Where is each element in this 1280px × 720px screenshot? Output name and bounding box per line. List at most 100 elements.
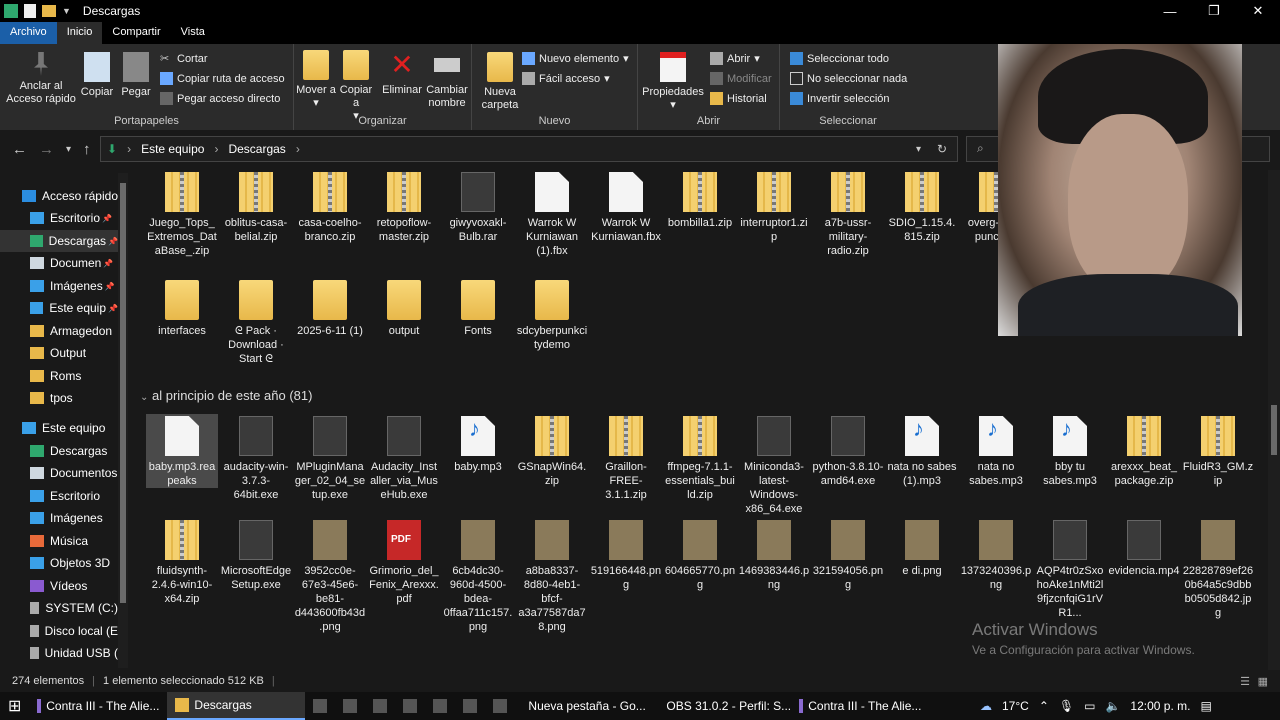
file-item[interactable]: a7b-ussr-military-radio.zip: [812, 170, 884, 258]
history-button[interactable]: Historial: [710, 92, 767, 105]
properties-button[interactable]: Propiedades ▾: [640, 52, 706, 112]
tab-compartir[interactable]: Compartir: [102, 22, 170, 44]
file-item[interactable]: bby tu sabes.mp3: [1034, 414, 1106, 488]
sidebar-item[interactable]: Descargas 📌: [0, 230, 118, 252]
file-item[interactable]: Grimorio_del_Fenix_Arexxx.pdf: [368, 518, 440, 606]
file-item[interactable]: baby.mp3.reapeaks: [146, 414, 218, 488]
file-item[interactable]: nata no sabes.mp3: [960, 414, 1032, 488]
file-item[interactable]: oblitus-casa-belial.zip: [220, 170, 292, 244]
sidebar-item[interactable]: tpos: [0, 387, 118, 409]
sidebar-item[interactable]: Este equip 📌: [0, 297, 118, 319]
file-item[interactable]: a8ba8337-8d80-4eb1-bfcf-a3a77587da78.png: [516, 518, 588, 634]
file-item[interactable]: 519166448.png: [590, 518, 662, 592]
file-item[interactable]: 1373240396.png: [960, 518, 1032, 592]
file-item[interactable]: fluidsynth-2.4.6-win10-x64.zip: [146, 518, 218, 606]
taskbar-window-button[interactable]: Contra III - The Alie...: [29, 692, 167, 720]
file-item[interactable]: 604665770.png: [664, 518, 736, 592]
details-view-icon[interactable]: ☰: [1240, 675, 1250, 688]
file-item[interactable]: Fonts: [442, 278, 514, 338]
up-arrow-icon[interactable]: ↑: [83, 141, 91, 158]
sidebar-item[interactable]: Documen 📌: [0, 252, 118, 274]
file-item[interactable]: 321594056.png: [812, 518, 884, 592]
recent-chevron-icon[interactable]: ▾: [66, 144, 71, 155]
file-item[interactable]: Juego_Tops_Extremos_DataBase_.zip: [146, 170, 218, 258]
taskbar-pinned-edge[interactable]: [365, 692, 395, 720]
breadcrumb-este-equipo[interactable]: Este equipo: [141, 142, 204, 156]
sidebar-item[interactable]: Roms: [0, 365, 118, 387]
file-item[interactable]: Miniconda3-latest-Windows-x86_64.exe: [738, 414, 810, 516]
taskbar-pinned-chrome[interactable]: [455, 692, 485, 720]
taskbar-pinned-store[interactable]: [425, 692, 455, 720]
file-item[interactable]: MPluginManager_02_04_setup.exe: [294, 414, 366, 502]
network-icon[interactable]: ▭: [1084, 699, 1095, 713]
close-button[interactable]: ✕: [1236, 0, 1280, 22]
sidebar-item[interactable]: Output: [0, 342, 118, 364]
sidebar-item[interactable]: Unidad USB (: [0, 642, 118, 664]
file-item[interactable]: AQP4tr0zSxohoAke1nMti2l9fjzcnfqiG1rVR1..…: [1034, 518, 1106, 620]
file-item[interactable]: GSnapWin64.zip: [516, 414, 588, 488]
file-item[interactable]: retopoflow-master.zip: [368, 170, 440, 244]
file-item[interactable]: python-3.8.10-amd64.exe: [812, 414, 884, 488]
sidebar-item[interactable]: Descargas: [0, 440, 118, 462]
content-scrollbar[interactable]: [1268, 170, 1280, 670]
file-item[interactable]: 2025-6-11 (1): [294, 278, 366, 338]
delete-button[interactable]: ✕ Eliminar: [380, 50, 424, 97]
forward-arrow-icon[interactable]: →: [39, 141, 54, 158]
file-item[interactable]: sdcyberpunkcitydemo: [516, 278, 588, 352]
microphone-icon[interactable]: 🎙: [1059, 699, 1074, 713]
tab-vista[interactable]: Vista: [171, 22, 215, 44]
taskbar-window-button[interactable]: Contra III - The Alie...: [791, 692, 929, 720]
file-item[interactable]: 22828789ef260b64a5c9dbbb0505d842.jpg: [1182, 518, 1254, 620]
notifications-icon[interactable]: ▤: [1200, 699, 1211, 713]
content-scroll-thumb[interactable]: [1271, 405, 1277, 455]
start-button[interactable]: ⊞: [0, 692, 29, 720]
sidebar-item[interactable]: Música: [0, 530, 118, 552]
move-to-button[interactable]: Mover a ▾: [296, 50, 336, 110]
sidebar-item[interactable]: Documentos: [0, 462, 118, 484]
paste-shortcut-button[interactable]: Pegar acceso directo: [160, 92, 280, 105]
file-item[interactable]: SDIO_1.15.4.815.zip: [886, 170, 958, 244]
address-bar[interactable]: ⬇ › Este equipo › Descargas › ▾ ↻: [100, 136, 958, 162]
sidebar-item[interactable]: Vídeos: [0, 575, 118, 597]
new-folder-button[interactable]: Nueva carpeta: [476, 52, 524, 112]
file-item[interactable]: output: [368, 278, 440, 338]
file-item[interactable]: bombilla1.zip: [664, 170, 736, 230]
chevron-down-icon[interactable]: ▾: [916, 144, 921, 155]
sidebar-item[interactable]: Escritorio 📌: [0, 207, 118, 229]
pin-quick-access-button[interactable]: Anclar al Acceso rápido: [4, 52, 78, 106]
sidebar-scrollbar[interactable]: [118, 173, 128, 668]
tab-inicio[interactable]: Inicio: [56, 22, 103, 44]
weather-icon[interactable]: ☁: [980, 699, 992, 713]
taskbar-pinned-search[interactable]: [305, 692, 335, 720]
breadcrumb-descargas[interactable]: Descargas: [228, 142, 285, 156]
cut-button[interactable]: ✂ Cortar: [160, 52, 208, 66]
copy-button[interactable]: Copiar: [78, 52, 116, 99]
properties-icon[interactable]: [24, 4, 36, 18]
sidebar-item[interactable]: Objetos 3D: [0, 552, 118, 574]
sidebar-item[interactable]: Disco local (E: [0, 620, 118, 642]
new-folder-icon[interactable]: [42, 5, 56, 17]
clock[interactable]: 12:00 p. m.: [1130, 699, 1190, 713]
file-item[interactable]: nata no sabes (1).mp3: [886, 414, 958, 488]
taskbar-pinned-mail[interactable]: [395, 692, 425, 720]
file-item[interactable]: casa-coelho-branco.zip: [294, 170, 366, 244]
invert-selection-button[interactable]: Invertir selección: [790, 92, 890, 105]
file-item[interactable]: MicrosoftEdgeSetup.exe: [220, 518, 292, 592]
sidebar-item[interactable]: Armagedon: [0, 320, 118, 342]
sidebar-item[interactable]: Imágenes 📌: [0, 275, 118, 297]
file-item[interactable]: 1469383446.png: [738, 518, 810, 592]
new-item-button[interactable]: Nuevo elemento ▾: [522, 52, 629, 65]
taskbar-window-button[interactable]: OBS 31.0.2 - Perfil: S...: [653, 692, 791, 720]
large-icons-view-icon[interactable]: ▦: [1258, 675, 1268, 688]
file-item[interactable]: ffmpeg-7.1.1-essentials_build.zip: [664, 414, 736, 502]
file-item[interactable]: interruptor1.zip: [738, 170, 810, 244]
select-none-button[interactable]: No seleccionar nada: [790, 72, 907, 85]
refresh-icon[interactable]: ↻: [937, 142, 947, 156]
file-item[interactable]: audacity-win-3.7.3-64bit.exe: [220, 414, 292, 502]
copy-path-button[interactable]: Copiar ruta de acceso: [160, 72, 285, 85]
select-all-button[interactable]: Seleccionar todo: [790, 52, 889, 65]
taskbar-window-button[interactable]: Descargas: [167, 692, 306, 720]
file-item[interactable]: FluidR3_GM.zip: [1182, 414, 1254, 488]
chevron-down-icon[interactable]: ▼: [62, 6, 71, 16]
sidebar-item[interactable]: Este equipo: [0, 417, 118, 439]
